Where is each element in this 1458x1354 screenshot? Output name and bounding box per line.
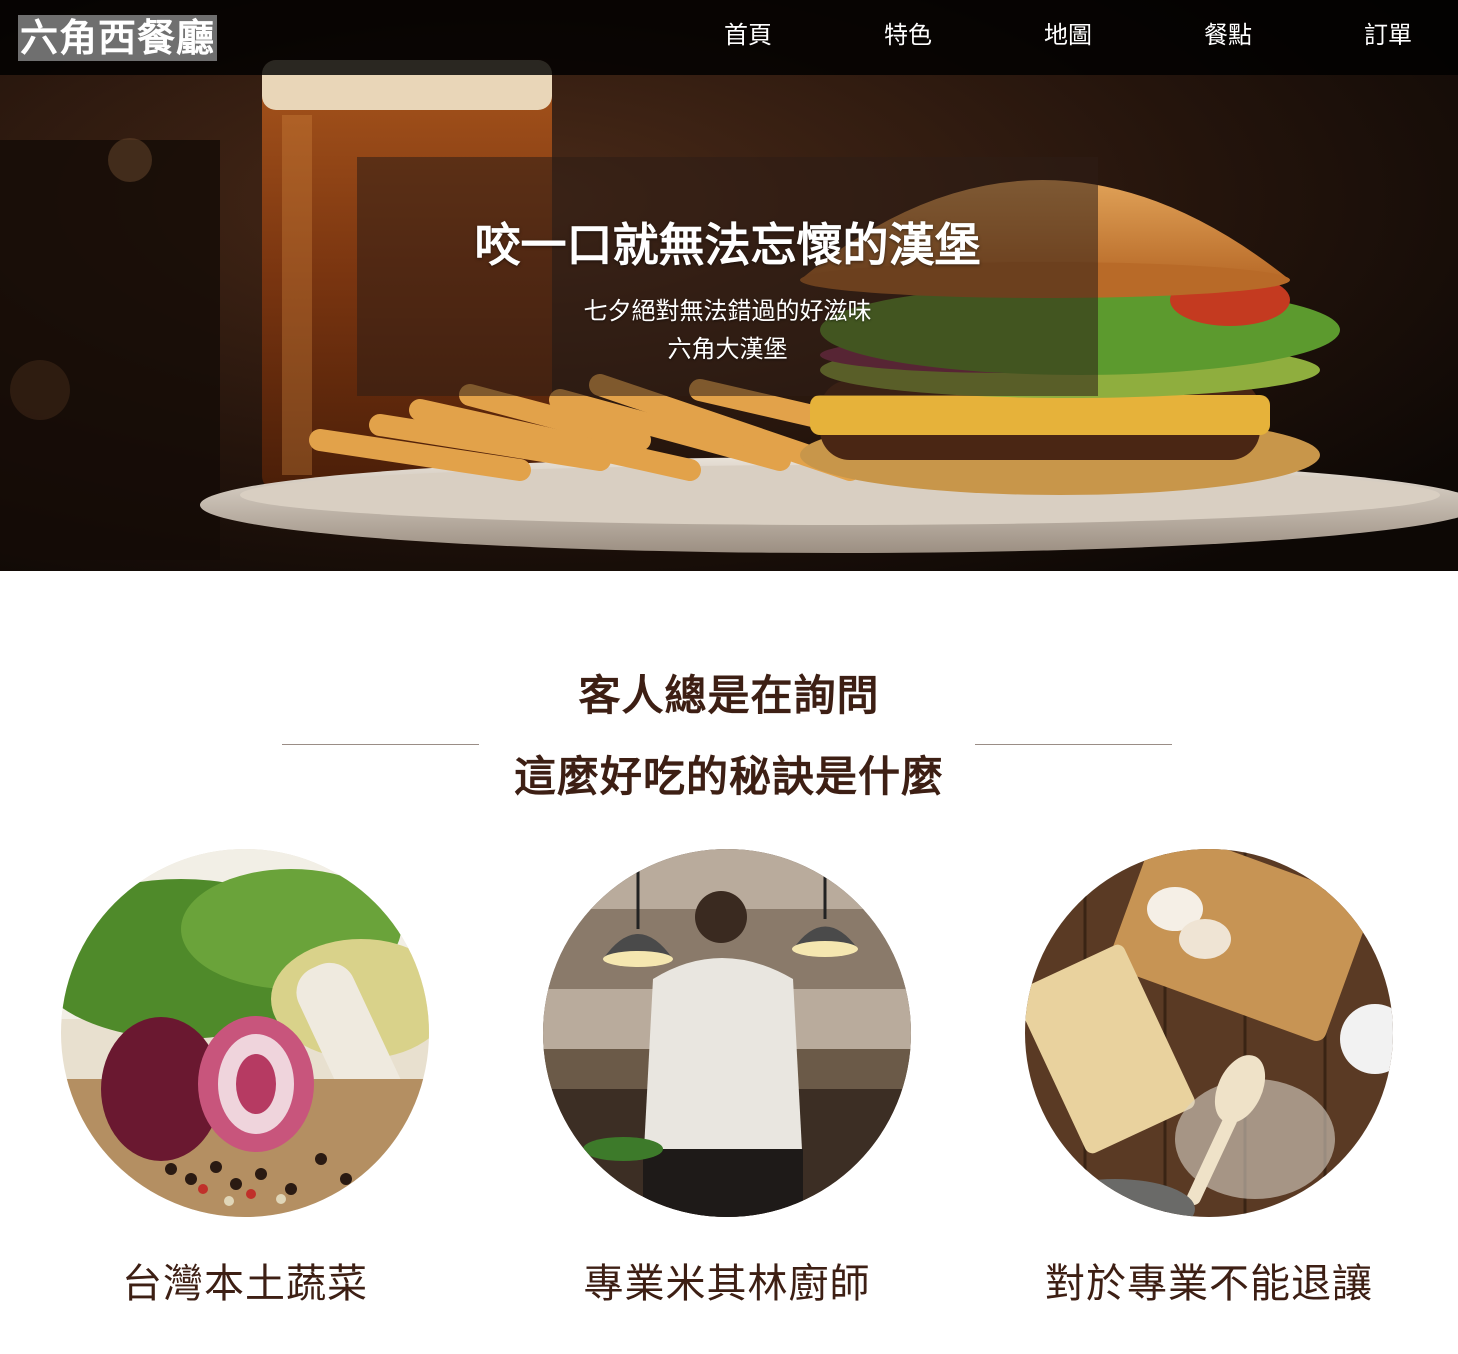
hero-subtitle-line1: 七夕絕對無法錯過的好滋味 <box>583 297 872 325</box>
nav-map[interactable]: 地圖 <box>1013 18 1123 52</box>
features-heading-line1: 客人總是在詢問 <box>578 671 880 720</box>
vegetables-photo <box>61 849 429 1217</box>
nav-menu[interactable]: 餐點 <box>1173 18 1283 52</box>
features-heading-line2: 這麼好吃的秘訣是什麼 <box>513 752 944 801</box>
nav-orders[interactable]: 訂單 <box>1333 18 1443 52</box>
feature-caption-chef: 專業米其林廚師 <box>583 1261 871 1307</box>
brand-logo[interactable]: 六角西餐廳 <box>18 15 218 61</box>
feature-caption-vegetables: 台灣本土蔬菜 <box>122 1261 368 1307</box>
heading-divider-left <box>282 744 479 745</box>
hero-subtitle-line2: 六角大漢堡 <box>667 335 788 363</box>
chef-kitchen-photo <box>543 849 911 1217</box>
hero-title: 咬一口就無法忘懷的漢堡 <box>474 218 981 272</box>
hero-caption-box: 咬一口就無法忘懷的漢堡 七夕絕對無法錯過的好滋味 六角大漢堡 <box>357 157 1098 396</box>
nav-home[interactable]: 首頁 <box>693 18 803 52</box>
nav-features[interactable]: 特色 <box>853 18 963 52</box>
baking-ingredients-photo <box>1025 849 1393 1217</box>
feature-caption-professional: 對於專業不能退讓 <box>1045 1261 1373 1307</box>
top-navbar: 六角西餐廳 首頁 特色 地圖 餐點 訂單 <box>0 0 1458 75</box>
hero-banner: 六角西餐廳 首頁 特色 地圖 餐點 訂單 咬一口就無法忘懷的漢堡 七夕絕對無法錯… <box>0 0 1458 571</box>
heading-divider-right <box>975 744 1172 745</box>
